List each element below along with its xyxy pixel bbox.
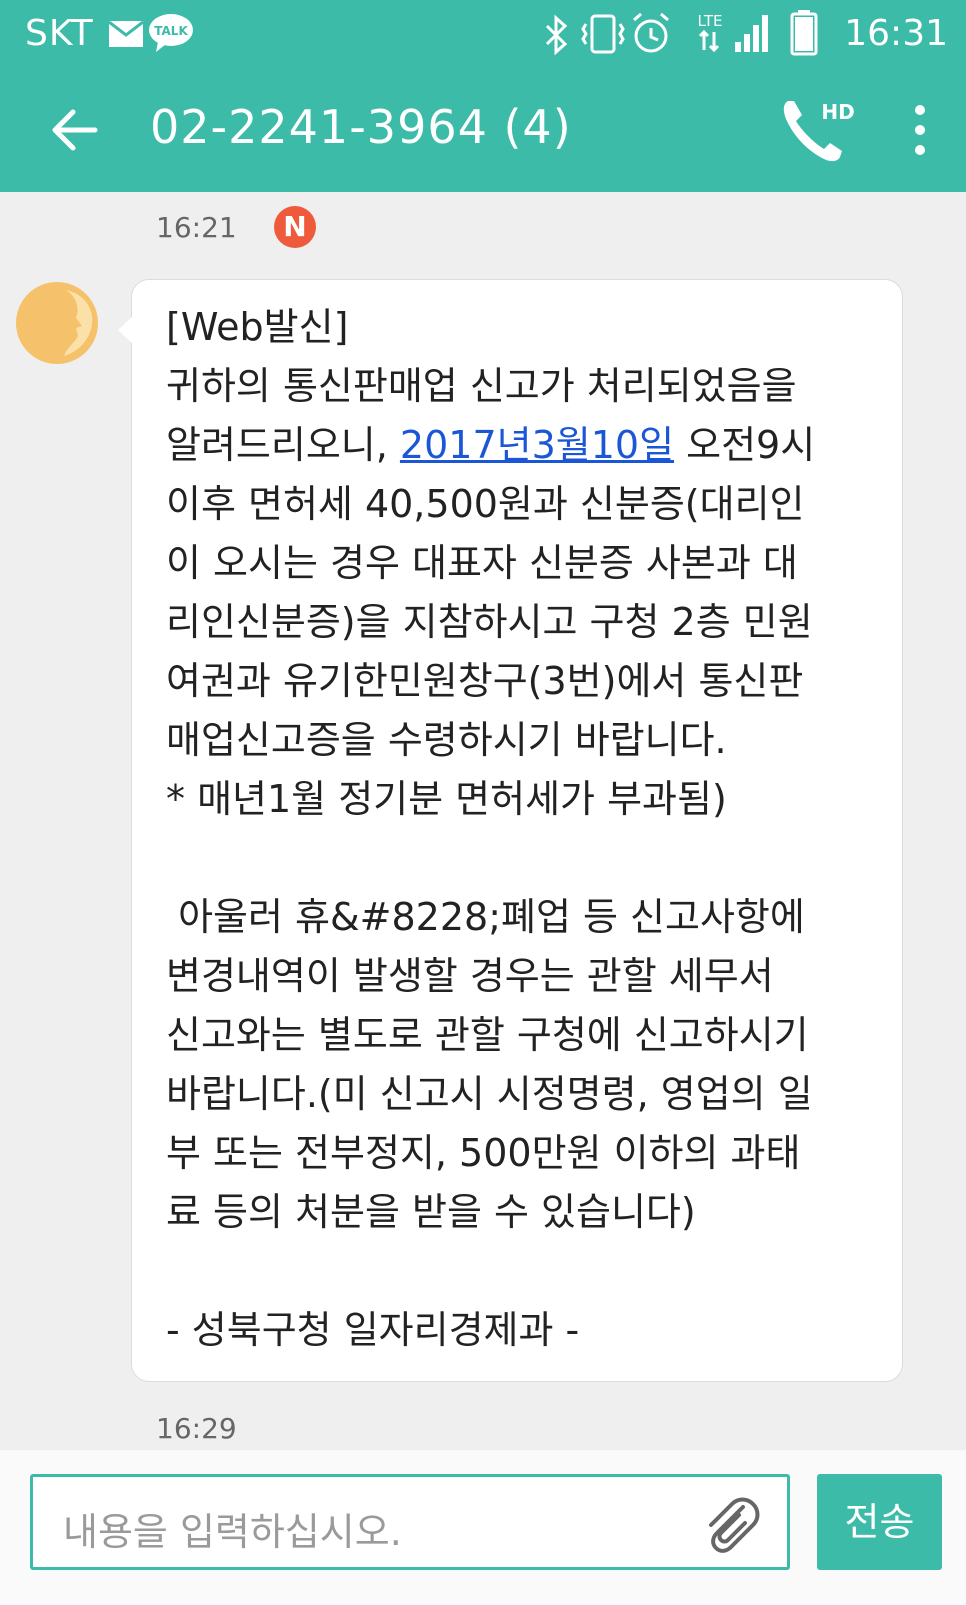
more-vert-icon[interactable]: [900, 100, 940, 160]
composer-bar: 내용을 입력하십시오. 전송: [0, 1450, 966, 1605]
lte-label: LTE: [698, 12, 723, 30]
status-bar: SKT TALK LTE 16:31: [0, 0, 966, 70]
send-button[interactable]: 전송: [817, 1474, 942, 1570]
phone-hd-icon[interactable]: HD: [780, 95, 860, 165]
date-link[interactable]: 2017년3월10일: [400, 423, 674, 467]
message-timestamp-second: 16:29: [156, 1412, 237, 1445]
paperclip-icon[interactable]: [699, 1493, 763, 1557]
vibrate-icon: [581, 14, 625, 54]
back-arrow-icon[interactable]: [45, 100, 105, 160]
talk-badge-text: TALK: [154, 24, 188, 38]
lte-icon: LTE: [698, 12, 723, 53]
message-text: [Web발신] 귀하의 통신판매업 신고가 처리되었음을 알려드리오니, 201…: [166, 298, 886, 1360]
app-bar: 02-2241-3964 (4) HD: [0, 70, 966, 192]
contact-avatar[interactable]: [16, 282, 98, 364]
message-text-after-link: 오전9시 이후 면허세 40,500원과 신분증(대리인 이 오시는 경우 대표…: [166, 423, 816, 1352]
message-input[interactable]: 내용을 입력하십시오.: [30, 1474, 790, 1570]
message-input-placeholder: 내용을 입력하십시오.: [63, 1510, 402, 1554]
hd-label: HD: [821, 100, 854, 124]
carrier-label: SKT: [25, 13, 94, 54]
message-timestamp: 16:21: [156, 211, 237, 244]
conversation-title: 02-2241-3964 (4): [150, 100, 572, 154]
bubble-tail: [118, 316, 133, 344]
alarm-icon: [633, 12, 669, 53]
talk-icon: TALK: [149, 14, 193, 52]
mail-icon: [108, 20, 144, 47]
status-time: 16:31: [844, 13, 948, 54]
bluetooth-icon: [545, 14, 568, 56]
message-bubble: [Web발신] 귀하의 통신판매업 신고가 처리되었음을 알려드리오니, 201…: [118, 279, 903, 1382]
signal-icon: [735, 15, 768, 52]
battery-icon: [790, 10, 818, 56]
new-badge: N: [274, 206, 316, 248]
